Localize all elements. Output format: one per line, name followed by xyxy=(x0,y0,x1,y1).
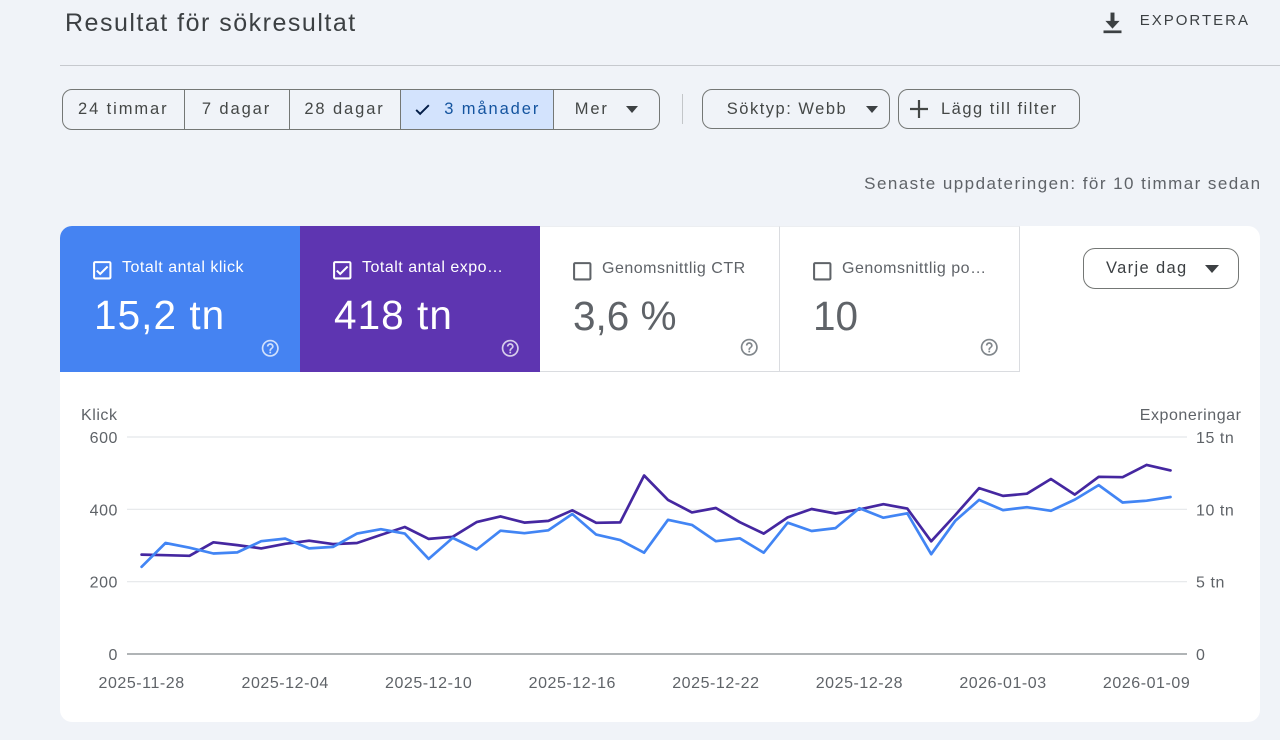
svg-text:Klick: Klick xyxy=(81,407,118,424)
svg-text:400: 400 xyxy=(90,502,118,519)
svg-text:0: 0 xyxy=(109,647,118,664)
svg-text:Exponeringar: Exponeringar xyxy=(1140,407,1242,424)
svg-text:2025-12-10: 2025-12-10 xyxy=(385,675,472,692)
svg-text:0: 0 xyxy=(1196,647,1205,664)
svg-text:2026-01-03: 2026-01-03 xyxy=(959,675,1046,692)
svg-text:2026-01-09: 2026-01-09 xyxy=(1103,675,1190,692)
svg-text:2025-12-28: 2025-12-28 xyxy=(816,675,903,692)
svg-text:10 tn: 10 tn xyxy=(1196,502,1234,519)
svg-text:5 tn: 5 tn xyxy=(1196,575,1225,592)
svg-text:200: 200 xyxy=(90,575,118,592)
svg-text:15 tn: 15 tn xyxy=(1196,430,1234,447)
svg-text:2025-12-22: 2025-12-22 xyxy=(672,675,759,692)
svg-text:2025-11-28: 2025-11-28 xyxy=(99,675,185,692)
svg-text:2025-12-04: 2025-12-04 xyxy=(242,675,329,692)
svg-text:2025-12-16: 2025-12-16 xyxy=(529,675,616,692)
svg-text:600: 600 xyxy=(90,430,118,447)
